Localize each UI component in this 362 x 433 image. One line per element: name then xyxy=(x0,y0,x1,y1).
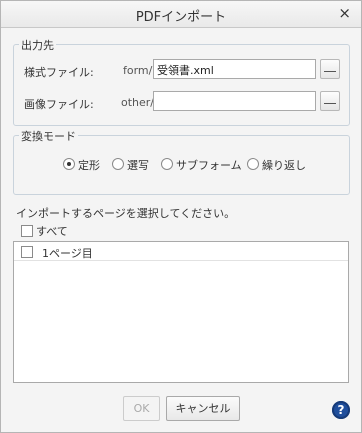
page-list[interactable]: 1ページ目 xyxy=(13,241,349,383)
image-file-field[interactable] xyxy=(153,91,316,111)
radio-circle xyxy=(161,158,173,170)
radio-circle xyxy=(63,158,75,170)
radio-circle xyxy=(112,158,124,170)
select-all-checkbox[interactable] xyxy=(21,225,33,237)
output-group-legend: 出力先 xyxy=(19,37,56,53)
image-browse-button[interactable] xyxy=(320,91,340,111)
radio-selected-dot xyxy=(67,162,71,166)
radio-label: サブフォーム xyxy=(176,159,242,172)
ellipsis-icon xyxy=(324,71,336,72)
close-icon[interactable]: × xyxy=(338,4,351,22)
image-file-label: 画像ファイル: xyxy=(24,98,94,111)
page-item-label: 1ページ目 xyxy=(42,247,93,260)
ellipsis-icon xyxy=(324,103,336,104)
output-group: 出力先 様式ファイル: form/ 受領書.xml 画像ファイル: other/ xyxy=(13,37,350,126)
pdf-import-dialog: PDFインポート × 出力先 様式ファイル: form/ 受領書.xml 画像フ… xyxy=(0,0,362,433)
cancel-button[interactable]: キャンセル xyxy=(166,396,240,421)
page-checkbox[interactable] xyxy=(21,246,33,258)
form-prefix: form/ xyxy=(123,64,153,77)
title-bar: PDFインポート × xyxy=(1,1,361,28)
image-prefix: other/ xyxy=(121,96,155,109)
form-file-field[interactable]: 受領書.xml xyxy=(153,59,316,79)
radio-label: 繰り返し xyxy=(262,159,306,172)
page-select-instruction: インポートするページを選択してください。 xyxy=(16,207,236,220)
form-browse-button[interactable] xyxy=(320,59,340,79)
radio-label: 定形 xyxy=(78,159,100,172)
help-icon[interactable]: ? xyxy=(332,401,350,419)
form-file-label: 様式ファイル: xyxy=(24,66,94,79)
ok-button[interactable]: OK xyxy=(123,396,160,421)
dialog-title: PDFインポート xyxy=(135,10,227,25)
select-all-label: すべて xyxy=(36,225,68,238)
radio-label: 選写 xyxy=(127,159,149,172)
conversion-mode-legend: 変換モード xyxy=(19,128,78,144)
list-item[interactable]: 1ページ目 xyxy=(14,243,348,261)
radio-circle xyxy=(247,158,259,170)
